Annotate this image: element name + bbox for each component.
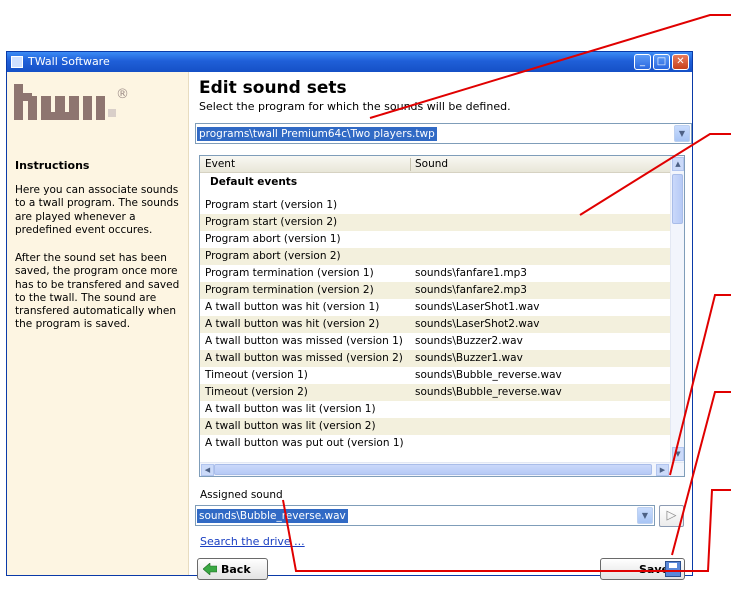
event-cell: A twall button was missed (version 1) [205,335,403,347]
event-cell: Program abort (version 1) [205,233,341,245]
assigned-sound-value: sounds\Bubble_reverse.wav [197,509,348,523]
instructions-paragraph-2: After the sound set has been saved, the … [15,252,180,331]
table-row[interactable]: A twall button was lit (version 2) [200,418,670,435]
event-cell: Program termination (version 1) [205,267,374,279]
table-row[interactable]: Program start (version 1) [200,197,670,214]
event-cell: A twall button was hit (version 2) [205,318,380,330]
scroll-thumb[interactable] [672,174,683,224]
table-row[interactable]: A twall button was hit (version 2) sounds… [200,316,670,333]
app-icon [11,56,23,68]
table-row[interactable]: Program start (version 2) [200,214,670,231]
main-panel: Edit sound sets Select the program for w… [189,72,692,580]
program-select[interactable]: programs\twall Premium64c\Two players.tw… [195,123,692,144]
assigned-sound-label: Assigned sound [200,489,283,501]
group-label: Default events [210,176,298,188]
search-drive-link[interactable]: Search the drive ... [200,535,305,548]
twall-logo: ® [14,84,174,124]
sound-cell: sounds\LaserShot2.wav [415,318,540,330]
group-row-default-events[interactable]: Default events [200,174,670,191]
chevron-down-icon[interactable]: ▼ [637,507,653,524]
back-arrow-icon [203,563,217,575]
column-divider[interactable] [410,158,411,171]
event-cell: A twall button was lit (version 2) [205,420,376,432]
maximize-button[interactable]: □ [653,54,670,70]
back-button-label: Back [221,563,251,576]
play-icon[interactable]: ▷ [659,505,684,527]
program-select-value: programs\twall Premium64c\Two players.tw… [197,127,437,141]
event-cell: Timeout (version 1) [205,369,308,381]
sound-cell: sounds\fanfare2.mp3 [415,284,527,296]
save-button[interactable]: Save [600,558,685,580]
scroll-right-icon[interactable]: ▶ [656,464,669,476]
app-window: TWall Software _ □ ✕ ® Instructions Here… [6,51,693,580]
table-row[interactable]: Timeout (version 2) sounds\Bubble_reverse… [200,384,670,401]
scroll-down-icon[interactable]: ▼ [672,447,684,461]
column-header-sound[interactable]: Sound [415,158,448,170]
title-bar[interactable]: TWall Software _ □ ✕ [7,52,692,72]
back-button[interactable]: Back [197,558,268,580]
floppy-disk-icon [665,561,681,577]
horizontal-scrollbar[interactable]: ◀ ▶ [200,462,684,476]
page-title: Edit sound sets [199,78,347,98]
page-subtitle: Select the program for which the sounds … [199,100,511,113]
sound-cell: sounds\Bubble_reverse.wav [415,369,562,381]
svg-text:®: ® [116,87,129,102]
sound-cell: sounds\Buzzer2.wav [415,335,523,347]
instructions-title: Instructions [15,159,90,172]
events-table[interactable]: Event Sound Default events Program start… [199,155,685,477]
table-row[interactable]: A twall button was missed (version 2) sou… [200,350,670,367]
assigned-sound-select[interactable]: sounds\Bubble_reverse.wav ▼ [195,505,655,526]
event-cell: A twall button was lit (version 1) [205,403,376,415]
scroll-left-icon[interactable]: ◀ [201,464,214,476]
chevron-down-icon[interactable]: ▼ [674,125,690,142]
event-cell: A twall button was hit (version 1) [205,301,380,313]
table-row[interactable]: Program termination (version 2) sounds\fa… [200,282,670,299]
event-cell: Program start (version 1) [205,199,338,211]
sound-cell: sounds\Buzzer1.wav [415,352,523,364]
instructions-paragraph-1: Here you can associate sounds to a twall… [15,184,179,236]
scroll-thumb-horizontal[interactable] [214,464,652,475]
table-row[interactable]: A twall button was hit (version 1) sounds… [200,299,670,316]
table-row[interactable]: Program abort (version 2) [200,248,670,265]
event-cell: Program start (version 2) [205,216,338,228]
table-rows: Program start (version 1) Program start (… [200,197,670,452]
table-header: Event Sound [200,156,670,173]
sound-cell: sounds\Bubble_reverse.wav [415,386,562,398]
vertical-scrollbar[interactable]: ▲ ▼ [670,156,684,462]
event-cell: Program termination (version 2) [205,284,374,296]
sidebar: ® Instructions Here you can associate so… [7,72,189,575]
table-row[interactable]: Timeout (version 1) sounds\Bubble_reverse… [200,367,670,384]
table-row[interactable]: A twall button was missed (version 1) sou… [200,333,670,350]
event-cell: A twall button was put out (version 1) [205,437,404,449]
event-cell: Timeout (version 2) [205,386,308,398]
scroll-up-icon[interactable]: ▲ [672,157,684,171]
column-header-event[interactable]: Event [205,158,235,170]
event-cell: A twall button was missed (version 2) [205,352,403,364]
close-button[interactable]: ✕ [672,54,689,70]
table-row[interactable]: Program termination (version 1) sounds\fa… [200,265,670,282]
table-row[interactable]: Program abort (version 1) [200,231,670,248]
table-row[interactable]: A twall button was put out (version 1) [200,435,670,452]
sound-cell: sounds\fanfare1.mp3 [415,267,527,279]
minimize-button[interactable]: _ [634,54,651,70]
table-row[interactable]: A twall button was lit (version 1) [200,401,670,418]
event-cell: Program abort (version 2) [205,250,341,262]
sound-cell: sounds\LaserShot1.wav [415,301,540,313]
window-title: TWall Software [28,55,110,68]
